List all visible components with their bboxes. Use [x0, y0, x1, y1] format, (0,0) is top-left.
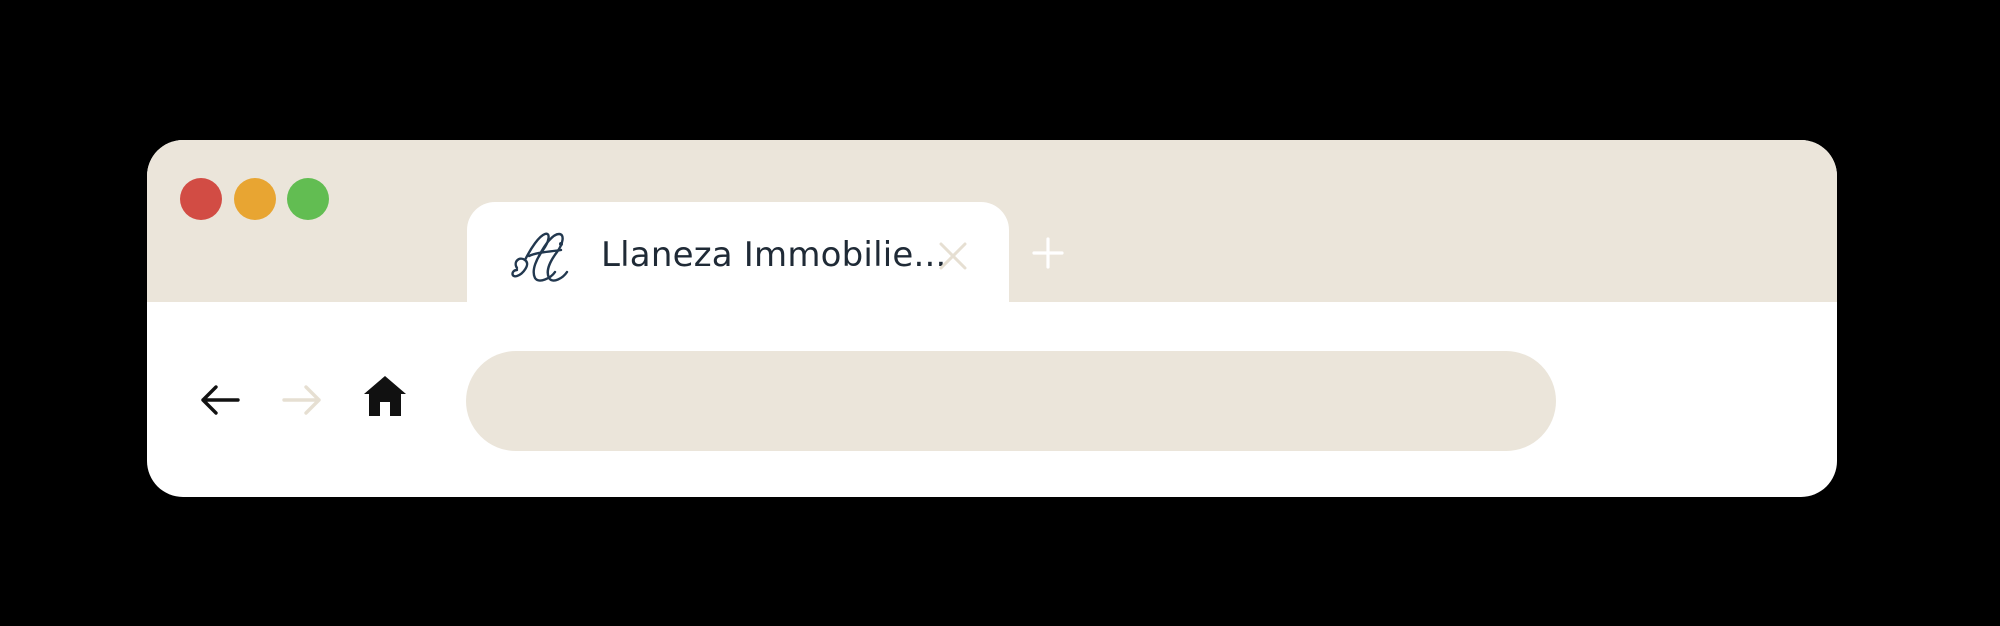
window-maximize-button[interactable] — [287, 178, 329, 220]
tab-title: Llaneza Immobilie... — [601, 235, 947, 275]
close-icon[interactable] — [937, 240, 969, 272]
ll-monogram-icon — [511, 232, 569, 282]
arrow-right-icon[interactable] — [280, 378, 324, 422]
browser-window: Llaneza Immobilie... — [147, 140, 1837, 497]
window-minimize-button[interactable] — [234, 178, 276, 220]
arrow-left-icon[interactable] — [198, 378, 242, 422]
new-tab-plus-icon[interactable] — [1031, 236, 1065, 270]
tab-active[interactable]: Llaneza Immobilie... — [467, 202, 1009, 312]
title-bar: Llaneza Immobilie... — [147, 140, 1837, 312]
home-icon[interactable] — [362, 374, 408, 418]
window-close-button[interactable] — [180, 178, 222, 220]
address-bar[interactable] — [466, 351, 1556, 451]
